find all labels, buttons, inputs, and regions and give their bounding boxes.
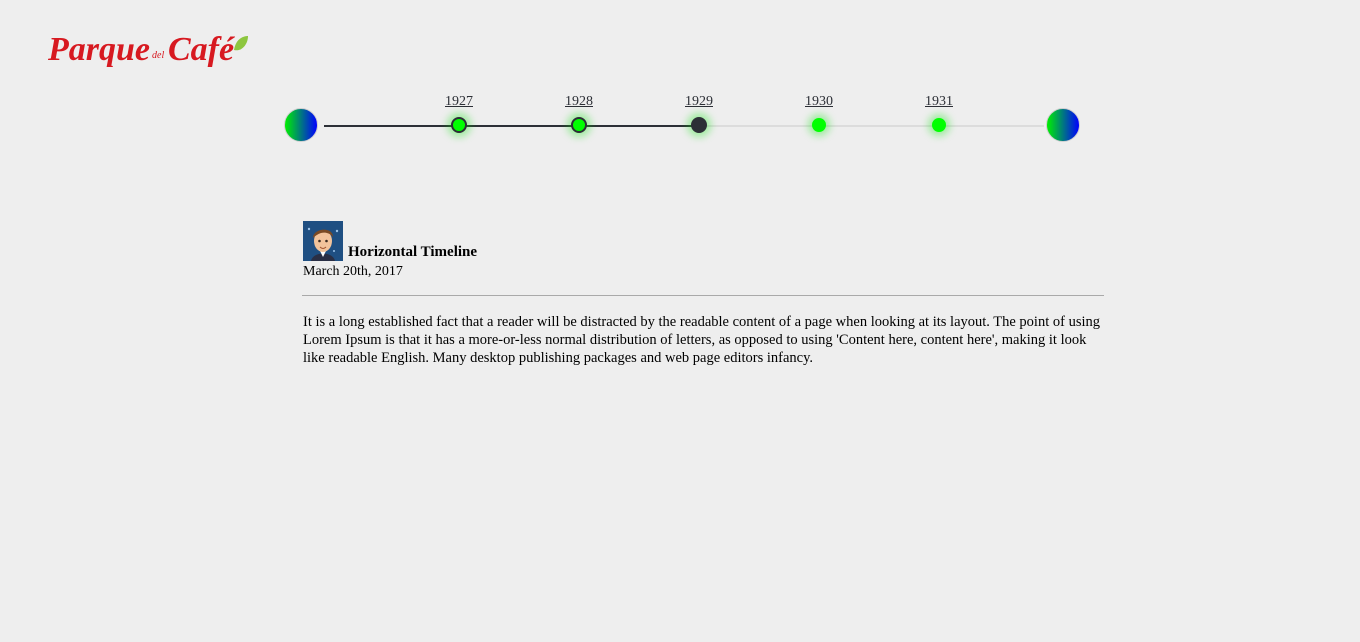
timeline-event-1929[interactable]: 1929 (669, 92, 729, 133)
timeline-prev-button[interactable] (284, 108, 318, 142)
post-body: It is a long established fact that a rea… (303, 314, 1100, 366)
leaf-icon (234, 36, 248, 51)
timeline-event-label[interactable]: 1929 (669, 92, 729, 114)
timeline-event-label[interactable]: 1927 (429, 92, 489, 114)
post-title: Horizontal Timeline (348, 244, 478, 260)
timeline-event-1931[interactable]: 1931 (909, 92, 969, 132)
timeline-event-1927[interactable]: 1927 (429, 92, 489, 133)
svg-text:del: del (152, 50, 164, 61)
timeline-dot-selected[interactable] (691, 117, 707, 133)
timeline-event-1930[interactable]: 1930 (789, 92, 849, 132)
timeline-content: Horizontal Timeline March 20th, 2017 It … (302, 221, 1105, 367)
divider (302, 295, 1104, 296)
svg-text:Parque: Parque (48, 31, 150, 68)
timeline-dot[interactable] (571, 117, 587, 133)
timeline-dot[interactable] (812, 118, 826, 132)
svg-text:Café: Café (168, 31, 236, 68)
timeline-dot[interactable] (932, 118, 946, 132)
avatar (303, 221, 343, 261)
timeline-dot[interactable] (451, 117, 467, 133)
timeline-event-label[interactable]: 1931 (909, 92, 969, 114)
logo[interactable]: Parque del Café (47, 24, 252, 76)
avatar-image (303, 221, 343, 261)
post-header: Horizontal Timeline (303, 221, 1105, 261)
timeline-event-1928[interactable]: 1928 (549, 92, 609, 133)
parque-del-cafe-logo: Parque del Café (47, 31, 248, 68)
post-date: March 20th, 2017 (303, 264, 403, 279)
horizontal-timeline: 1927 1928 1929 1930 1931 (284, 92, 1082, 148)
timeline-progress-fill (324, 125, 699, 127)
timeline-next-button[interactable] (1046, 108, 1080, 142)
timeline-event-label[interactable]: 1930 (789, 92, 849, 114)
timeline-event-label[interactable]: 1928 (549, 92, 609, 114)
